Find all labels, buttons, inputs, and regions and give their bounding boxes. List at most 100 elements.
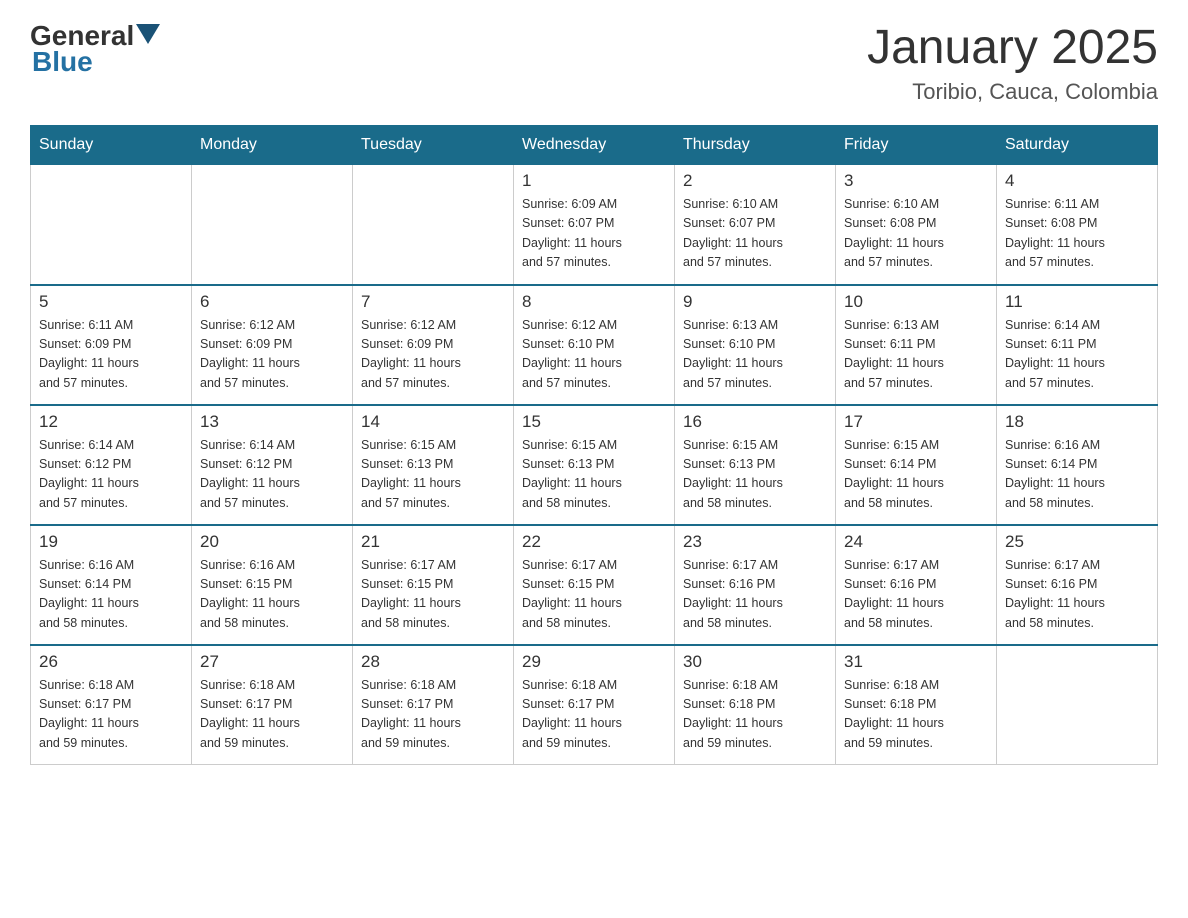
calendar-day-cell: 11 Sunrise: 6:14 AMSunset: 6:11 PMDayligh… xyxy=(997,285,1158,405)
day-number: 5 xyxy=(39,292,183,312)
day-info: Sunrise: 6:16 AMSunset: 6:14 PMDaylight:… xyxy=(39,556,183,634)
calendar-day-cell xyxy=(353,165,514,285)
day-number: 26 xyxy=(39,652,183,672)
day-info: Sunrise: 6:18 AMSunset: 6:17 PMDaylight:… xyxy=(522,676,666,754)
day-number: 6 xyxy=(200,292,344,312)
calendar-day-cell: 1 Sunrise: 6:09 AMSunset: 6:07 PMDaylight… xyxy=(514,165,675,285)
day-info: Sunrise: 6:14 AMSunset: 6:11 PMDaylight:… xyxy=(1005,316,1149,394)
calendar-day-cell xyxy=(31,165,192,285)
calendar-day-cell: 18 Sunrise: 6:16 AMSunset: 6:14 PMDayligh… xyxy=(997,405,1158,525)
day-number: 9 xyxy=(683,292,827,312)
calendar-day-cell: 9 Sunrise: 6:13 AMSunset: 6:10 PMDaylight… xyxy=(675,285,836,405)
calendar-day-cell: 14 Sunrise: 6:15 AMSunset: 6:13 PMDayligh… xyxy=(353,405,514,525)
day-number: 15 xyxy=(522,412,666,432)
day-number: 3 xyxy=(844,171,988,191)
location-subtitle: Toribio, Cauca, Colombia xyxy=(867,79,1158,105)
day-info: Sunrise: 6:13 AMSunset: 6:10 PMDaylight:… xyxy=(683,316,827,394)
logo-blue-text: Blue xyxy=(30,46,93,78)
day-info: Sunrise: 6:18 AMSunset: 6:17 PMDaylight:… xyxy=(200,676,344,754)
calendar-day-cell: 6 Sunrise: 6:12 AMSunset: 6:09 PMDaylight… xyxy=(192,285,353,405)
day-info: Sunrise: 6:17 AMSunset: 6:16 PMDaylight:… xyxy=(1005,556,1149,634)
calendar-day-cell xyxy=(192,165,353,285)
day-info: Sunrise: 6:10 AMSunset: 6:08 PMDaylight:… xyxy=(844,195,988,273)
day-info: Sunrise: 6:15 AMSunset: 6:13 PMDaylight:… xyxy=(683,436,827,514)
day-number: 12 xyxy=(39,412,183,432)
day-number: 1 xyxy=(522,171,666,191)
calendar-day-cell: 2 Sunrise: 6:10 AMSunset: 6:07 PMDaylight… xyxy=(675,165,836,285)
calendar-day-cell: 17 Sunrise: 6:15 AMSunset: 6:14 PMDayligh… xyxy=(836,405,997,525)
calendar-day-cell: 15 Sunrise: 6:15 AMSunset: 6:13 PMDayligh… xyxy=(514,405,675,525)
calendar-day-cell: 4 Sunrise: 6:11 AMSunset: 6:08 PMDaylight… xyxy=(997,165,1158,285)
day-info: Sunrise: 6:17 AMSunset: 6:16 PMDaylight:… xyxy=(844,556,988,634)
day-info: Sunrise: 6:14 AMSunset: 6:12 PMDaylight:… xyxy=(39,436,183,514)
calendar-day-cell: 23 Sunrise: 6:17 AMSunset: 6:16 PMDayligh… xyxy=(675,525,836,645)
day-info: Sunrise: 6:16 AMSunset: 6:14 PMDaylight:… xyxy=(1005,436,1149,514)
day-info: Sunrise: 6:13 AMSunset: 6:11 PMDaylight:… xyxy=(844,316,988,394)
day-number: 8 xyxy=(522,292,666,312)
day-number: 25 xyxy=(1005,532,1149,552)
calendar-header-friday: Friday xyxy=(836,126,997,165)
day-number: 24 xyxy=(844,532,988,552)
day-info: Sunrise: 6:11 AMSunset: 6:08 PMDaylight:… xyxy=(1005,195,1149,273)
calendar-day-cell xyxy=(997,645,1158,765)
day-info: Sunrise: 6:17 AMSunset: 6:15 PMDaylight:… xyxy=(361,556,505,634)
calendar-header-thursday: Thursday xyxy=(675,126,836,165)
calendar-day-cell: 12 Sunrise: 6:14 AMSunset: 6:12 PMDayligh… xyxy=(31,405,192,525)
calendar-day-cell: 22Sunrise: 6:17 AMSunset: 6:15 PMDayligh… xyxy=(514,525,675,645)
day-info: Sunrise: 6:15 AMSunset: 6:13 PMDaylight:… xyxy=(522,436,666,514)
day-info: Sunrise: 6:11 AMSunset: 6:09 PMDaylight:… xyxy=(39,316,183,394)
day-number: 28 xyxy=(361,652,505,672)
day-info: Sunrise: 6:10 AMSunset: 6:07 PMDaylight:… xyxy=(683,195,827,273)
calendar-day-cell: 31Sunrise: 6:18 AMSunset: 6:18 PMDayligh… xyxy=(836,645,997,765)
calendar-header-sunday: Sunday xyxy=(31,126,192,165)
title-section: January 2025 Toribio, Cauca, Colombia xyxy=(867,20,1158,105)
day-number: 4 xyxy=(1005,171,1149,191)
page-header: General Blue January 2025 Toribio, Cauca… xyxy=(30,20,1158,105)
day-number: 17 xyxy=(844,412,988,432)
day-info: Sunrise: 6:18 AMSunset: 6:17 PMDaylight:… xyxy=(361,676,505,754)
calendar-day-cell: 19Sunrise: 6:16 AMSunset: 6:14 PMDayligh… xyxy=(31,525,192,645)
day-info: Sunrise: 6:17 AMSunset: 6:15 PMDaylight:… xyxy=(522,556,666,634)
day-info: Sunrise: 6:18 AMSunset: 6:17 PMDaylight:… xyxy=(39,676,183,754)
day-number: 16 xyxy=(683,412,827,432)
calendar-week-row: 5 Sunrise: 6:11 AMSunset: 6:09 PMDaylight… xyxy=(31,285,1158,405)
calendar-week-row: 19Sunrise: 6:16 AMSunset: 6:14 PMDayligh… xyxy=(31,525,1158,645)
calendar-day-cell: 8 Sunrise: 6:12 AMSunset: 6:10 PMDaylight… xyxy=(514,285,675,405)
calendar-header-saturday: Saturday xyxy=(997,126,1158,165)
calendar-day-cell: 13 Sunrise: 6:14 AMSunset: 6:12 PMDayligh… xyxy=(192,405,353,525)
day-number: 11 xyxy=(1005,292,1149,312)
calendar-day-cell: 20Sunrise: 6:16 AMSunset: 6:15 PMDayligh… xyxy=(192,525,353,645)
logo: General Blue xyxy=(30,20,160,78)
day-info: Sunrise: 6:12 AMSunset: 6:10 PMDaylight:… xyxy=(522,316,666,394)
calendar-day-cell: 27Sunrise: 6:18 AMSunset: 6:17 PMDayligh… xyxy=(192,645,353,765)
calendar-day-cell: 10Sunrise: 6:13 AMSunset: 6:11 PMDayligh… xyxy=(836,285,997,405)
day-number: 2 xyxy=(683,171,827,191)
day-info: Sunrise: 6:14 AMSunset: 6:12 PMDaylight:… xyxy=(200,436,344,514)
day-info: Sunrise: 6:12 AMSunset: 6:09 PMDaylight:… xyxy=(200,316,344,394)
calendar-day-cell: 5 Sunrise: 6:11 AMSunset: 6:09 PMDaylight… xyxy=(31,285,192,405)
logo-triangle-icon xyxy=(136,24,160,44)
month-year-title: January 2025 xyxy=(867,20,1158,75)
day-info: Sunrise: 6:17 AMSunset: 6:16 PMDaylight:… xyxy=(683,556,827,634)
calendar-day-cell: 7 Sunrise: 6:12 AMSunset: 6:09 PMDaylight… xyxy=(353,285,514,405)
calendar-header-wednesday: Wednesday xyxy=(514,126,675,165)
calendar-day-cell: 24 Sunrise: 6:17 AMSunset: 6:16 PMDayligh… xyxy=(836,525,997,645)
calendar-header-tuesday: Tuesday xyxy=(353,126,514,165)
day-info: Sunrise: 6:15 AMSunset: 6:13 PMDaylight:… xyxy=(361,436,505,514)
day-number: 7 xyxy=(361,292,505,312)
calendar-table: SundayMondayTuesdayWednesdayThursdayFrid… xyxy=(30,125,1158,765)
calendar-day-cell: 30 Sunrise: 6:18 AMSunset: 6:18 PMDayligh… xyxy=(675,645,836,765)
day-number: 23 xyxy=(683,532,827,552)
day-number: 21 xyxy=(361,532,505,552)
day-number: 18 xyxy=(1005,412,1149,432)
day-info: Sunrise: 6:18 AMSunset: 6:18 PMDaylight:… xyxy=(683,676,827,754)
day-number: 14 xyxy=(361,412,505,432)
day-info: Sunrise: 6:15 AMSunset: 6:14 PMDaylight:… xyxy=(844,436,988,514)
calendar-day-cell: 3 Sunrise: 6:10 AMSunset: 6:08 PMDaylight… xyxy=(836,165,997,285)
day-number: 13 xyxy=(200,412,344,432)
day-info: Sunrise: 6:09 AMSunset: 6:07 PMDaylight:… xyxy=(522,195,666,273)
day-number: 30 xyxy=(683,652,827,672)
calendar-day-cell: 28 Sunrise: 6:18 AMSunset: 6:17 PMDayligh… xyxy=(353,645,514,765)
day-info: Sunrise: 6:12 AMSunset: 6:09 PMDaylight:… xyxy=(361,316,505,394)
calendar-day-cell: 16 Sunrise: 6:15 AMSunset: 6:13 PMDayligh… xyxy=(675,405,836,525)
